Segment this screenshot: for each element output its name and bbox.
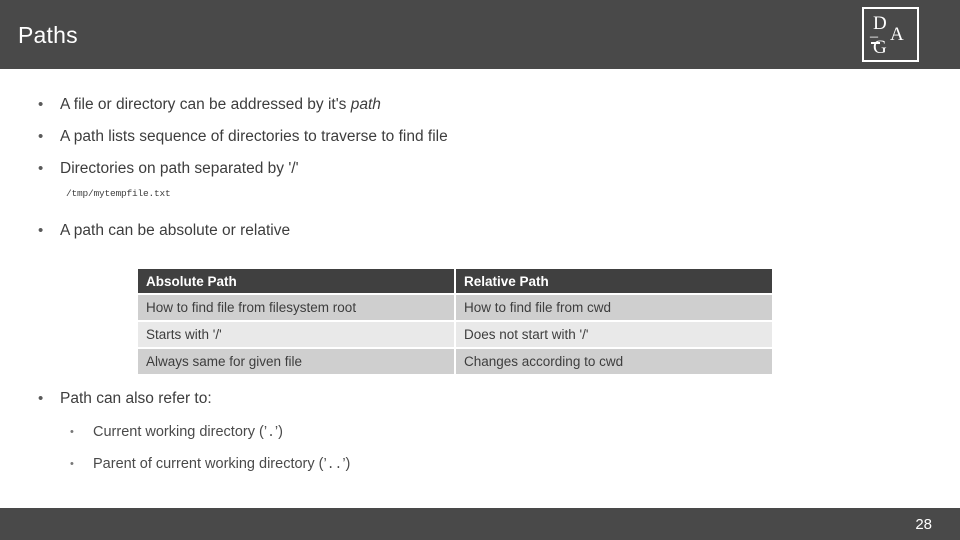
sub-bullet-dots: .: [267, 425, 275, 440]
logo-letter-a: A: [890, 24, 904, 45]
page-title: Paths: [18, 22, 78, 48]
sub-bullet-item: • Current working directory (’.’): [70, 422, 283, 443]
bullet-marker-icon: •: [38, 160, 44, 177]
sub-bullet-text-tail: ’): [342, 456, 351, 472]
bullet-text: A path lists sequence of directories to …: [60, 128, 448, 145]
sub-bullet-text-main: Current working directory (’: [93, 424, 268, 440]
bullet-item: • A file or directory can be addressed b…: [38, 95, 381, 115]
bullet-marker-icon: •: [38, 222, 44, 239]
bullet-item: • Directories on path separated by '/': [38, 159, 299, 179]
table-row: Always same for given file Changes accor…: [138, 349, 772, 374]
table-header-cell: Relative Path: [456, 269, 772, 293]
sub-bullet-item: • Parent of current working directory (’…: [70, 454, 350, 475]
table-cell: Changes according to cwd: [456, 349, 772, 374]
table-cell: How to find file from cwd: [456, 295, 772, 320]
bullet-text: Directories on path separated by '/': [60, 160, 299, 177]
bullet-marker-icon: •: [38, 96, 44, 113]
table-header-cell: Absolute Path: [138, 269, 454, 293]
bullet-text-emphasis: path: [350, 96, 381, 113]
dag-logo: D – A G: [862, 7, 919, 62]
table-row: How to find file from filesystem root Ho…: [138, 295, 772, 320]
sub-bullet-text: Parent of current working directory (’..…: [93, 454, 350, 475]
bullet-marker-icon: •: [38, 390, 44, 407]
example-path-note: /tmp/mytempfile.txt: [66, 188, 171, 199]
sub-bullet-marker-icon: •: [70, 426, 74, 438]
table-cell: Does not start with '/': [456, 322, 772, 347]
bullet-item: • Path can also refer to:: [38, 389, 212, 409]
table-cell: Always same for given file: [138, 349, 454, 374]
bullet-marker-icon: •: [38, 128, 44, 145]
sub-bullet-text: Current working directory (’.’): [93, 422, 283, 443]
slide-content: • A file or directory can be addressed b…: [0, 69, 960, 508]
sub-bullet-text-tail: ’): [274, 424, 283, 440]
sub-bullet-marker-icon: •: [70, 458, 74, 470]
table-cell: How to find file from filesystem root: [138, 295, 454, 320]
slide-footer-bar: [0, 508, 960, 540]
table-header-row: Absolute Path Relative Path: [138, 269, 772, 293]
bullet-item: • A path can be absolute or relative: [38, 221, 290, 241]
bullet-text: A path can be absolute or relative: [60, 222, 291, 239]
bullet-text: Path can also refer to:: [60, 390, 212, 407]
table-cell: Starts with '/': [138, 322, 454, 347]
slide-header-bar: [0, 0, 960, 69]
bullet-text-main: A file or directory can be addressed by …: [60, 96, 351, 113]
sub-bullet-dots: ..: [326, 457, 343, 472]
logo-g-bar: [871, 42, 880, 44]
bullet-text: A file or directory can be addressed by …: [60, 95, 381, 115]
logo-letter-g: G: [873, 37, 887, 58]
path-comparison-table: Absolute Path Relative Path How to find …: [136, 267, 774, 376]
slide: Paths D – A G • A file or directory can …: [0, 0, 960, 540]
page-number: 28: [915, 516, 932, 533]
bullet-item: • A path lists sequence of directories t…: [38, 127, 448, 147]
table-row: Starts with '/' Does not start with '/': [138, 322, 772, 347]
sub-bullet-text-main: Parent of current working directory (’: [93, 456, 327, 472]
